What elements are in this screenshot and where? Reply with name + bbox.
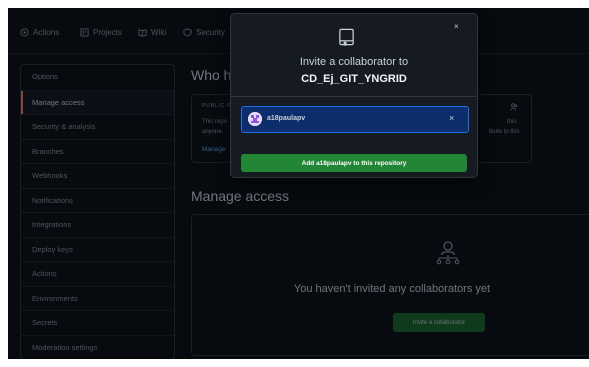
sidebar-item-label: Secrets xyxy=(32,318,58,327)
sidebar-item-label: Options xyxy=(32,72,58,81)
sidebar-item-actions[interactable]: Actions xyxy=(21,261,174,286)
dialog-divider xyxy=(231,96,477,97)
sidebar-item-notifications[interactable]: Notifications xyxy=(21,187,174,213)
sidebar-item-integrations[interactable]: Integrations xyxy=(21,212,174,237)
sidebar-item-label: Deploy keys xyxy=(32,244,73,254)
sidebar-item-manage-access[interactable]: Manage access xyxy=(21,89,174,114)
tab-actions[interactable]: Actions xyxy=(20,25,59,39)
repo-icon xyxy=(339,28,354,46)
tab-projects-label: Projects xyxy=(93,27,122,37)
selected-username: a18paulapv xyxy=(267,115,306,122)
tab-security[interactable]: Security xyxy=(183,25,225,39)
manage-access-title: Manage access xyxy=(191,188,290,204)
manage-link[interactable]: Manage xyxy=(202,146,226,153)
sidebar-item-moderation-settings[interactable]: Moderation settings xyxy=(21,334,174,360)
sidebar-item-security-analysis[interactable]: Security & analysis xyxy=(21,114,174,139)
settings-sidebar: Options Manage access Security & analysi… xyxy=(20,64,175,359)
sidebar-item-webhooks[interactable]: Webhooks xyxy=(21,163,174,188)
tab-wiki-label: Wiki xyxy=(151,27,167,37)
sidebar-item-label: Manage access xyxy=(32,97,85,107)
sidebar-item-secrets[interactable]: Secrets xyxy=(21,310,174,335)
selected-collaborator-field[interactable]: a18paulapv × xyxy=(241,106,469,133)
people-icon xyxy=(436,241,460,265)
sidebar-item-label: Integrations xyxy=(32,220,72,229)
sidebar-item-options[interactable]: Options xyxy=(21,65,174,90)
dialog-repo-name: CD_Ej_GIT_YNGRID xyxy=(301,73,407,85)
sidebar-item-label: Moderation settings xyxy=(32,342,98,352)
play-icon xyxy=(20,27,29,37)
visibility-right-line2: ibute to this xyxy=(489,129,520,135)
shield-icon xyxy=(183,27,192,37)
book-icon xyxy=(138,28,147,37)
visibility-label: PUBLIC R xyxy=(202,103,232,109)
tab-wiki[interactable]: Wiki xyxy=(138,25,166,39)
dialog-title: Invite a collaborator to xyxy=(299,56,409,68)
sidebar-item-label: Notifications xyxy=(32,195,73,205)
close-icon[interactable]: × xyxy=(454,22,459,31)
tab-actions-label: Actions xyxy=(33,27,60,37)
sidebar-item-branches[interactable]: Branches xyxy=(21,138,174,164)
invite-collaborator-dialog: × Invite a collaborator to CD_Ej_GIT_YNG… xyxy=(230,13,478,178)
collaborators-empty-state: You haven't invited any collaborators ye… xyxy=(191,214,589,356)
visibility-right-line1: this xyxy=(507,119,517,125)
tab-projects[interactable]: Projects xyxy=(80,25,122,39)
add-collaborator-button[interactable]: Add a18paulapv to this repository xyxy=(241,154,467,172)
visibility-text-line2: anyone. xyxy=(202,129,224,135)
people-small-icon xyxy=(510,103,518,111)
visibility-text-line1: This repo xyxy=(202,119,228,125)
clear-selection-icon[interactable]: × xyxy=(449,113,454,123)
sidebar-item-label: Environments xyxy=(32,293,78,303)
avatar xyxy=(248,112,262,126)
who-has-access-title: Who h xyxy=(191,67,232,83)
empty-state-text: You haven't invited any collaborators ye… xyxy=(293,283,491,295)
project-icon xyxy=(80,27,89,37)
sidebar-item-label: Actions xyxy=(32,269,57,278)
settings-screen: Actions Projects Wiki Security Options M… xyxy=(8,8,589,359)
tab-security-label: Security xyxy=(196,27,225,37)
sidebar-item-label: Webhooks xyxy=(32,171,68,180)
invite-collaborator-button[interactable]: Invite a collaborator xyxy=(393,313,485,332)
sidebar-item-label: Security & analysis xyxy=(32,122,96,131)
sidebar-item-label: Branches xyxy=(32,146,64,156)
sidebar-item-environments[interactable]: Environments xyxy=(21,285,174,311)
sidebar-item-deploy-keys[interactable]: Deploy keys xyxy=(21,236,174,262)
